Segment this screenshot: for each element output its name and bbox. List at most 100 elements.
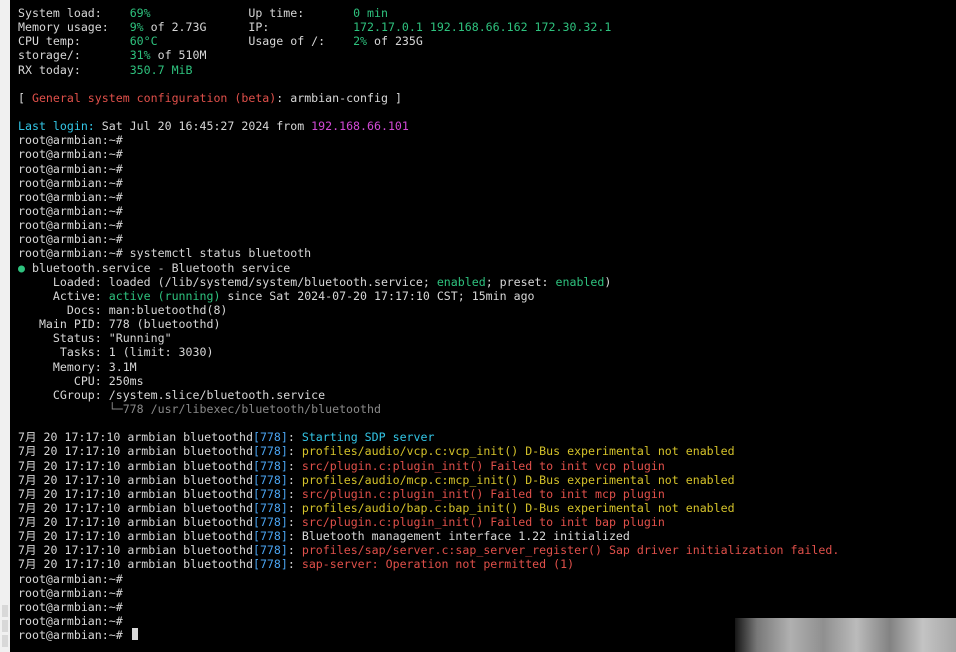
terminal-text-segment: Docs: man:bluetoothd(8)	[18, 302, 228, 317]
terminal-text-segment: [778]	[252, 529, 288, 544]
terminal-text-segment: of 235G	[367, 34, 423, 49]
terminal-text-segment: [	[18, 90, 32, 105]
terminal-text-segment: :	[287, 543, 302, 558]
terminal-text-segment: Starting SDP server	[301, 430, 435, 445]
terminal-text-segment: 192.168.66.101	[311, 119, 409, 134]
terminal-text-segment: Up time:	[150, 6, 354, 20]
terminal-line: 7月 20 17:17:10 armbian bluetoothd[778]: …	[18, 529, 956, 543]
window-left-margin	[0, 0, 10, 652]
terminal-text-segment: [778]	[252, 515, 288, 530]
terminal-text-segment: root@armbian:~#	[18, 161, 123, 176]
terminal-text-segment: Usage of /:	[157, 34, 354, 49]
terminal-text-segment: [778]	[252, 444, 288, 459]
terminal-line: Memory: 3.1M	[18, 360, 956, 374]
terminal-text-segment: root@armbian:~#	[18, 599, 123, 614]
terminal-text-segment: :	[287, 472, 302, 487]
terminal-line: root@armbian:~#	[18, 586, 956, 600]
terminal-line: storage/: 31% of 510M	[18, 48, 956, 62]
terminal-line: Loaded: loaded (/lib/systemd/system/blue…	[18, 275, 956, 289]
terminal-text-segment: 7月 20 17:17:10 armbian bluetoothd	[18, 500, 253, 515]
terminal-text-segment: 7月 20 17:17:10 armbian bluetoothd	[18, 543, 253, 558]
terminal-line: root@armbian:~#	[18, 133, 956, 147]
terminal-text-segment: :	[287, 557, 302, 572]
terminal-line: root@armbian:~#	[18, 162, 956, 176]
terminal-line: Main PID: 778 (bluetoothd)	[18, 317, 956, 331]
terminal-text-segment: [778]	[252, 458, 288, 473]
terminal-text-segment: active (running)	[108, 288, 221, 303]
terminal-line: 7月 20 17:17:10 armbian bluetoothd[778]: …	[18, 487, 956, 501]
terminal-line: root@armbian:~#	[18, 204, 956, 218]
terminal-text-segment: :	[287, 430, 302, 445]
terminal-text-segment: root@armbian:~#	[18, 133, 123, 148]
terminal-text-segment: since Sat 2024-07-20 17:17:10 CST; 15min…	[220, 288, 535, 303]
terminal-text-segment: RX today:	[18, 62, 130, 77]
margin-marker	[2, 620, 8, 632]
terminal-text-segment: 69%	[129, 6, 151, 20]
terminal-line: Active: active (running) since Sat 2024-…	[18, 289, 956, 303]
terminal-text-segment: 0 min	[353, 6, 388, 20]
terminal-line: Status: "Running"	[18, 331, 956, 345]
terminal-cursor	[131, 628, 138, 641]
terminal-text-segment: profiles/sap/server.c:sap_server_registe…	[301, 543, 840, 558]
terminal-line: root@armbian:~#	[18, 190, 956, 204]
terminal-text-segment: Tasks: 1 (limit: 3030)	[18, 345, 214, 360]
terminal-text-segment: sap-server: Operation not permitted (1)	[301, 557, 575, 572]
terminal-line: root@armbian:~#	[18, 147, 956, 161]
terminal-text-segment: root@armbian:~#	[18, 571, 123, 586]
terminal-line: Last login: Sat Jul 20 16:45:27 2024 fro…	[18, 119, 956, 133]
terminal-line: [ General system configuration (beta): a…	[18, 91, 956, 105]
terminal-text-segment: System load:	[18, 6, 130, 20]
terminal-text-segment: src/plugin.c:plugin_init() Failed to ini…	[301, 458, 665, 473]
terminal-line: root@armbian:~#	[18, 176, 956, 190]
terminal-text-segment: root@armbian:~#	[18, 147, 123, 162]
terminal-text-segment: General system configuration (beta)	[31, 90, 277, 105]
terminal-text-segment: [778]	[252, 430, 288, 445]
terminal-text-segment: : Bluetooth management interface 1.22 in…	[287, 529, 630, 544]
terminal-line: RX today: 350.7 MiB	[18, 63, 956, 77]
terminal-text-segment: 2%	[353, 34, 368, 49]
blurred-watermark	[735, 618, 956, 652]
terminal-line: Tasks: 1 (limit: 3030)	[18, 345, 956, 359]
terminal-window[interactable]: System load: 69% Up time: 0 min Memory us…	[10, 0, 956, 652]
terminal-text-segment: ●	[18, 260, 25, 275]
terminal-text-segment: 60°C	[129, 34, 158, 49]
terminal-line: ● bluetooth.service - Bluetooth service	[18, 261, 956, 275]
margin-marker	[2, 605, 8, 617]
terminal-text-segment: :	[287, 500, 302, 515]
terminal-text-segment: 31%	[129, 48, 151, 63]
terminal-text-segment: src/plugin.c:plugin_init() Failed to ini…	[301, 486, 665, 501]
terminal-text-segment: 7月 20 17:17:10 armbian bluetoothd	[18, 529, 253, 544]
terminal-text-segment: profiles/audio/bap.c:bap_init() D-Bus ex…	[301, 500, 735, 515]
terminal-text-segment: :	[287, 458, 302, 473]
terminal-text-segment: 7月 20 17:17:10 armbian bluetoothd	[18, 486, 253, 501]
margin-marker	[2, 635, 8, 647]
terminal-text-segment: root@armbian:~#	[18, 175, 123, 190]
terminal-text-segment: enabled	[555, 274, 605, 289]
terminal-text-segment: CPU: 250ms	[18, 373, 144, 388]
terminal-text-segment: Last login:	[18, 119, 95, 134]
terminal-text-segment: root@armbian:~#	[18, 232, 123, 247]
terminal-line: 7月 20 17:17:10 armbian bluetoothd[778]: …	[18, 473, 956, 487]
terminal-line: Memory usage: 9% of 2.73G IP: 172.17.0.1…	[18, 20, 956, 34]
terminal-output: System load: 69% Up time: 0 min Memory us…	[18, 6, 956, 642]
terminal-text-segment: :	[287, 444, 302, 459]
terminal-text-segment: CPU temp:	[18, 34, 130, 49]
terminal-line: root@armbian:~#	[18, 572, 956, 586]
terminal-text-segment: 7月 20 17:17:10 armbian bluetoothd	[18, 430, 253, 445]
terminal-line: root@armbian:~# systemctl status bluetoo…	[18, 246, 956, 260]
terminal-line: System load: 69% Up time: 0 min	[18, 6, 956, 20]
terminal-text-segment: root@armbian:~#	[18, 585, 123, 600]
terminal-text-segment: 7月 20 17:17:10 armbian bluetoothd	[18, 444, 253, 459]
terminal-text-segment: storage/:	[18, 48, 130, 63]
terminal-text-segment: 7月 20 17:17:10 armbian bluetoothd	[18, 458, 253, 473]
terminal-text-segment: Memory: 3.1M	[18, 359, 137, 374]
terminal-text-segment: root@armbian:~#	[18, 628, 130, 643]
terminal-text-segment: Main PID: 778 (bluetoothd)	[18, 317, 221, 332]
terminal-text-segment: profiles/audio/vcp.c:vcp_init() D-Bus ex…	[301, 444, 735, 459]
terminal-text-segment: root@armbian:~#	[18, 218, 123, 233]
terminal-text-segment: Status: "Running"	[18, 331, 172, 346]
terminal-text-segment: Active:	[18, 288, 109, 303]
terminal-text-segment: root@armbian:~#	[18, 189, 123, 204]
terminal-line: 7月 20 17:17:10 armbian bluetoothd[778]: …	[18, 557, 956, 571]
